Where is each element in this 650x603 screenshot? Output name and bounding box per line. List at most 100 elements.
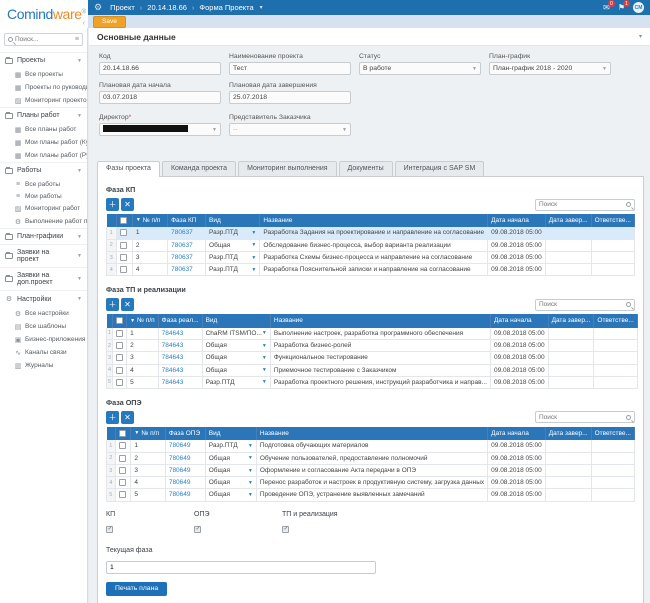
row-checkbox-cell[interactable] [114,476,132,490]
tab-item[interactable]: Мониторинг выполнения [238,161,337,176]
phase-id-link[interactable]: 780637 [171,266,193,273]
phase-id-link[interactable]: 784643 [162,367,184,374]
chevron-down-icon[interactable]: ▾ [639,33,642,40]
table-row[interactable]: 1 1 780649 Разр.ПТД ▼ Подготовка обучающих ма… [106,440,636,453]
phase-checkbox[interactable] [194,525,201,533]
row-checkbox[interactable] [116,378,124,386]
sidebar-item[interactable]: ▦ Все планы работ [0,123,87,136]
sidebar-item[interactable]: ▦ Мои планы работ (Ку... [0,136,87,149]
column-header[interactable]: Дата завер... [548,314,595,328]
column-header[interactable]: ▼ № п/п [126,314,159,328]
breadcrumb-caret-icon[interactable]: ▾ [260,4,263,11]
sidebar-item[interactable]: ⚙ Все настройки [0,307,87,320]
remove-row-button[interactable]: ✕ [121,298,134,312]
row-checkbox-cell[interactable] [115,263,133,277]
row-checkbox[interactable] [116,329,124,337]
tab-item[interactable]: Интеграция с SAP SM [394,161,485,176]
select-input[interactable]: ▼ [99,123,221,136]
add-row-button[interactable]: ＋ [106,410,119,424]
tab-item[interactable]: Документы [338,161,393,176]
column-header[interactable]: Ответстве... [591,214,636,228]
sidebar-item[interactable]: ≡ Мои работы [0,190,87,202]
column-header[interactable]: Ответстве... [591,426,636,441]
phase-id-link[interactable]: 780649 [169,455,191,462]
chevron-down-icon[interactable]: ▼ [248,468,253,474]
row-checkbox[interactable] [118,442,126,450]
row-checkbox-cell[interactable] [115,251,133,265]
column-header[interactable]: Ответстве... [593,314,638,328]
sidebar-section[interactable]: План-графики ▼ [0,228,87,244]
sidebar-section[interactable]: ⚙ Настройки ▼ [0,290,87,307]
remove-row-button[interactable]: ✕ [121,198,134,211]
phase-id-link[interactable]: 780637 [171,254,193,261]
select-all-header[interactable] [115,426,132,441]
current-phase-input[interactable] [106,560,376,574]
table-search-input[interactable] [539,301,624,309]
sidebar-item[interactable]: ▨ Мониторинг проектов [0,94,87,107]
sidebar-section[interactable]: Заявки на доп.проект ▼ [0,267,87,290]
sidebar-item[interactable]: ▣ Бизнес-приложения [0,333,87,346]
sidebar-section[interactable]: Проекты ▼ [0,52,87,68]
row-checkbox-cell[interactable] [112,327,128,341]
select-all-checkbox[interactable] [119,217,127,224]
column-header[interactable]: Дата завер... [545,214,592,228]
chevron-down-icon[interactable]: ▼ [248,480,253,486]
row-checkbox[interactable] [116,366,124,374]
row-checkbox[interactable] [119,229,127,237]
table-search-input[interactable] [539,201,624,208]
column-header[interactable]: Дата начала [490,314,549,328]
add-row-button[interactable]: ＋ [106,298,119,312]
column-header[interactable]: Название [270,314,491,328]
column-header[interactable]: Название [256,426,489,441]
row-checkbox[interactable] [119,241,127,249]
sidebar-item[interactable]: ▨ Мониторинг работ [0,202,87,215]
column-header[interactable]: Фаза реал... [158,314,203,328]
phase-id-link[interactable]: 780649 [169,442,191,449]
column-header[interactable]: Название [259,214,489,228]
row-checkbox-cell[interactable] [115,239,133,252]
chevron-down-icon[interactable]: ▼ [262,330,267,336]
row-checkbox-cell[interactable] [112,376,128,389]
chevron-down-icon[interactable]: ▼ [262,379,267,385]
select-all-header[interactable] [112,314,128,328]
chevron-down-icon[interactable]: ▼ [248,492,253,498]
select-input[interactable]: -- ▼ [229,123,351,136]
row-checkbox-cell[interactable] [114,464,132,478]
table-row[interactable]: 2 2 780649 Общая ▼ Обучение пользователей, пр… [106,452,636,465]
phase-id-link[interactable]: 780649 [169,491,191,498]
table-row[interactable]: 1 1 784643 ChaRM ITSM/ПО... ▼ Выполнение наст… [105,327,638,341]
sidebar-section[interactable]: Планы работ ▼ [0,107,87,123]
row-checkbox[interactable] [118,466,126,474]
select-all-header[interactable] [116,214,133,228]
phase-id-link[interactable]: 780649 [169,479,191,486]
row-checkbox[interactable] [119,266,127,274]
filter-icon[interactable]: ≡ [75,36,79,43]
phase-checkbox[interactable] [106,525,113,533]
text-input[interactable] [99,91,221,104]
phase-id-link[interactable]: 780637 [171,242,193,249]
row-checkbox-cell[interactable] [114,488,132,502]
logo[interactable]: Comindware® ‹ [0,0,88,28]
sidebar-item[interactable]: ▥ Журналы [0,359,87,372]
table-row[interactable]: 5 5 780649 Общая ▼ Проведение ОПЭ, устранение… [106,488,636,502]
sidebar-item[interactable]: ▦Проекты по руководи... [0,81,87,94]
table-row[interactable]: 3 3 780637 Разр.ПТД ▼ Разработка Схемы бизнес… [106,251,636,265]
chevron-down-icon[interactable]: ▼ [248,443,253,449]
sidebar-item[interactable]: ▤ Все шаблоны [0,320,87,333]
phase-id-link[interactable]: 784643 [162,379,184,386]
breadcrumb-item[interactable]: Проект [110,3,135,12]
column-header[interactable]: Дата начала [487,426,546,441]
table-search[interactable] [535,298,635,311]
avatar[interactable]: CM [633,2,644,13]
chevron-down-icon[interactable]: ▼ [251,255,256,261]
row-checkbox[interactable] [116,342,124,350]
phase-checkbox[interactable] [282,525,289,533]
column-header[interactable]: ▼ № п/п [132,214,169,228]
sidebar-item[interactable]: ▦ Все проекты [0,68,87,81]
phase-id-link[interactable]: 784643 [162,330,184,337]
column-header[interactable]: Вид [205,426,257,441]
chevron-down-icon[interactable]: ▼ [248,455,253,461]
chevron-down-icon[interactable]: ▼ [251,242,256,248]
text-input[interactable] [229,62,351,75]
row-checkbox-cell[interactable] [112,339,128,353]
